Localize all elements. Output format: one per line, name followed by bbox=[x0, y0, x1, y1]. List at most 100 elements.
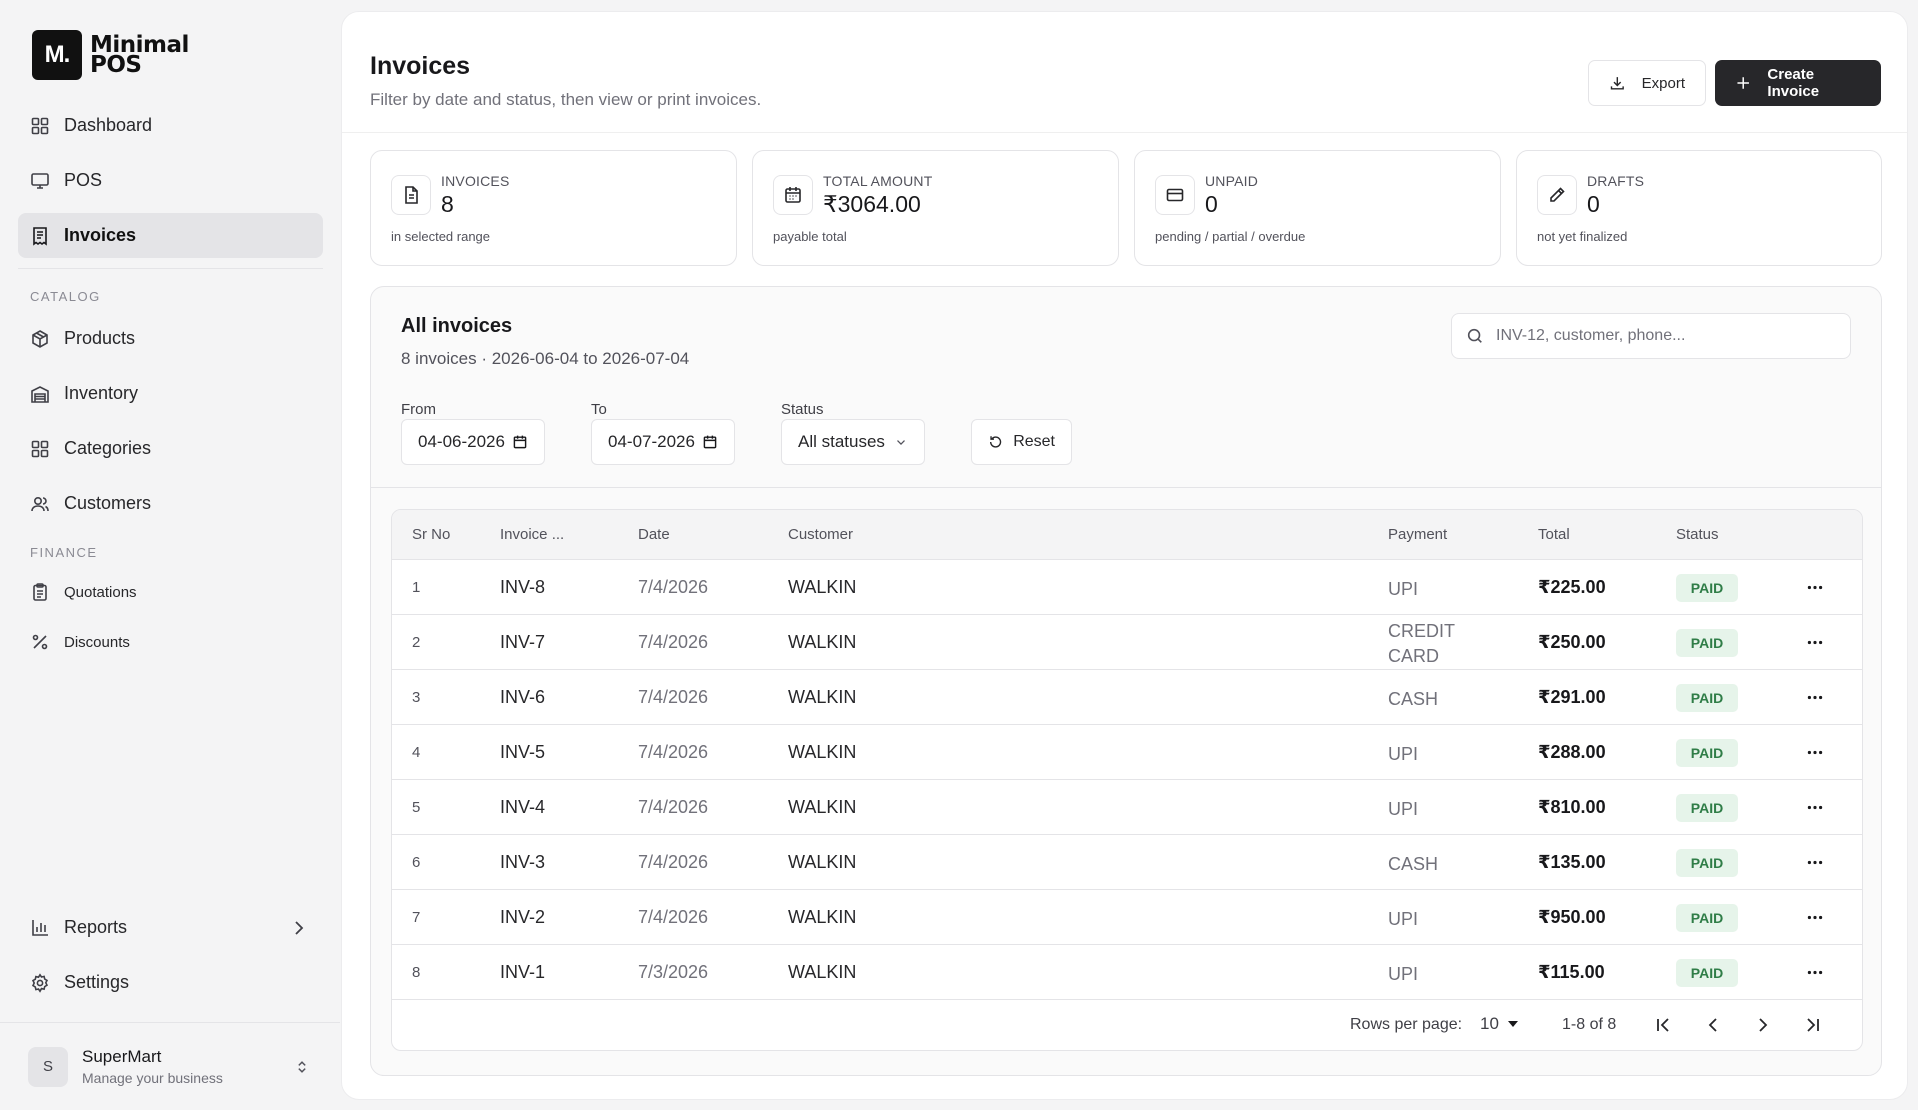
prev-page-button[interactable] bbox=[1700, 1012, 1726, 1038]
rows-per-page-label: Rows per page: bbox=[1350, 1016, 1463, 1033]
sidebar-item-reports[interactable]: Reports bbox=[18, 905, 323, 950]
avatar: S bbox=[28, 1046, 68, 1087]
stat-label: INVOICES bbox=[441, 173, 510, 189]
table-row[interactable]: 5 INV-4 7/4/2026 WALKIN UPI ₹810.00 PAID bbox=[392, 780, 1862, 835]
sidebar-item-dashboard[interactable]: Dashboard bbox=[18, 103, 323, 148]
cell-invoice-no[interactable]: INV-2 bbox=[500, 907, 545, 928]
cell-customer: WALKIN bbox=[788, 742, 857, 762]
search-input[interactable] bbox=[1496, 327, 1836, 345]
page-range: 1-8 of 8 bbox=[1562, 1016, 1617, 1033]
status-badge: PAID bbox=[1676, 739, 1738, 767]
stat-note: pending / partial / overdue bbox=[1155, 229, 1306, 244]
sidebar-item-inventory[interactable]: Inventory bbox=[18, 371, 323, 416]
brand-logo[interactable]: M. Minimal POS bbox=[32, 30, 189, 80]
column-header-sr[interactable]: Sr No bbox=[412, 526, 450, 543]
rows-per-page-select[interactable]: 10 bbox=[1480, 1014, 1519, 1034]
nav-section-catalog: CATALOG bbox=[30, 289, 101, 304]
sidebar-item-quotations[interactable]: Quotations bbox=[18, 572, 323, 612]
card-title: All invoices bbox=[401, 315, 513, 337]
cell-invoice-no[interactable]: INV-7 bbox=[500, 632, 545, 653]
table-row[interactable]: 7 INV-2 7/4/2026 WALKIN UPI ₹950.00 PAID bbox=[392, 890, 1862, 945]
reset-button[interactable]: Reset bbox=[971, 419, 1072, 465]
cell-payment: CASH bbox=[1388, 689, 1439, 709]
row-actions-button[interactable] bbox=[1802, 906, 1828, 928]
cell-invoice-no[interactable]: INV-1 bbox=[500, 962, 545, 983]
column-header-date[interactable]: Date bbox=[638, 526, 670, 543]
pencil-icon bbox=[1537, 175, 1577, 215]
calendar-icon[interactable] bbox=[702, 434, 718, 450]
status-badge: PAID bbox=[1676, 629, 1738, 657]
table-row[interactable]: 4 INV-5 7/4/2026 WALKIN UPI ₹288.00 PAID bbox=[392, 725, 1862, 780]
row-actions-button[interactable] bbox=[1802, 796, 1828, 818]
export-button[interactable]: Export bbox=[1588, 60, 1706, 106]
cell-total: ₹288.00 bbox=[1538, 742, 1606, 762]
last-page-button[interactable] bbox=[1800, 1012, 1826, 1038]
logo-text: Minimal POS bbox=[90, 32, 189, 78]
status-badge: PAID bbox=[1676, 794, 1738, 822]
cell-invoice-no[interactable]: INV-6 bbox=[500, 687, 545, 708]
cell-invoice-no[interactable]: INV-8 bbox=[500, 577, 545, 598]
sidebar-item-label: Dashboard bbox=[64, 115, 153, 135]
more-horizontal-icon bbox=[1807, 915, 1823, 919]
table-row[interactable]: 3 INV-6 7/4/2026 WALKIN CASH ₹291.00 PAID bbox=[392, 670, 1862, 725]
cell-total: ₹250.00 bbox=[1538, 632, 1606, 652]
sidebar-item-settings[interactable]: Settings bbox=[18, 960, 323, 1005]
column-header-payment[interactable]: Payment bbox=[1388, 526, 1447, 543]
sidebar-item-products[interactable]: Products bbox=[18, 316, 323, 361]
column-header-total[interactable]: Total bbox=[1538, 526, 1570, 543]
sidebar-item-label: Customers bbox=[64, 493, 152, 513]
table-row[interactable]: 6 INV-3 7/4/2026 WALKIN CASH ₹135.00 PAID bbox=[392, 835, 1862, 890]
to-date-field[interactable]: 04-07-2026 bbox=[591, 419, 735, 465]
cell-invoice-no[interactable]: INV-5 bbox=[500, 742, 545, 763]
cell-total: ₹135.00 bbox=[1538, 852, 1606, 872]
sidebar-item-customers[interactable]: Customers bbox=[18, 481, 323, 526]
row-actions-button[interactable] bbox=[1802, 576, 1828, 598]
cell-customer: WALKIN bbox=[788, 907, 857, 927]
page-subtitle: Filter by date and status, then view or … bbox=[370, 90, 762, 109]
rows-per-page-value: 10 bbox=[1480, 1014, 1499, 1033]
status-label: Status bbox=[781, 401, 824, 418]
page-title: Invoices bbox=[370, 52, 471, 80]
cell-sr-no: 6 bbox=[412, 854, 421, 871]
table-row[interactable]: 8 INV-1 7/3/2026 WALKIN UPI ₹115.00 PAID bbox=[392, 945, 1862, 1000]
cell-customer: WALKIN bbox=[788, 962, 857, 982]
create-invoice-button[interactable]: Create Invoice bbox=[1715, 60, 1881, 106]
table-body: 1 INV-8 7/4/2026 WALKIN UPI ₹225.00 PAID 2 INV-7… bbox=[392, 560, 1862, 1000]
sidebar-item-pos[interactable]: POS bbox=[18, 158, 323, 203]
table-row[interactable]: 1 INV-8 7/4/2026 WALKIN UPI ₹225.00 PAID bbox=[392, 560, 1862, 615]
sidebar-item-label: Settings bbox=[64, 972, 130, 992]
cell-date: 7/3/2026 bbox=[638, 962, 709, 982]
column-header-invoice[interactable]: Invoice ... bbox=[500, 526, 564, 543]
status-badge: PAID bbox=[1676, 959, 1738, 987]
monitor-icon bbox=[31, 172, 49, 189]
sidebar-item-categories[interactable]: Categories bbox=[18, 426, 323, 471]
cell-sr-no: 4 bbox=[412, 744, 421, 761]
first-page-button[interactable] bbox=[1650, 1012, 1676, 1038]
divider bbox=[18, 268, 323, 269]
row-actions-button[interactable] bbox=[1802, 686, 1828, 708]
to-date-value: 04-07-2026 bbox=[608, 432, 695, 451]
cell-total: ₹115.00 bbox=[1538, 962, 1605, 982]
calendar-icon[interactable] bbox=[512, 434, 528, 450]
sidebar-item-discounts[interactable]: Discounts bbox=[18, 622, 323, 662]
next-page-button[interactable] bbox=[1750, 1012, 1776, 1038]
status-select-value: All statuses bbox=[798, 432, 885, 451]
row-actions-button[interactable] bbox=[1802, 961, 1828, 983]
cell-invoice-no[interactable]: INV-4 bbox=[500, 797, 545, 818]
cell-customer: WALKIN bbox=[788, 852, 857, 872]
cell-invoice-no[interactable]: INV-3 bbox=[500, 852, 545, 873]
table-row[interactable]: 2 INV-7 7/4/2026 WALKIN CREDIT CARD ₹250.00 PA… bbox=[392, 615, 1862, 670]
row-actions-button[interactable] bbox=[1802, 741, 1828, 763]
status-select[interactable]: All statuses bbox=[781, 419, 925, 465]
column-header-customer[interactable]: Customer bbox=[788, 526, 853, 543]
from-date-field[interactable]: 04-06-2026 bbox=[401, 419, 545, 465]
column-header-status[interactable]: Status bbox=[1676, 526, 1719, 543]
row-actions-button[interactable] bbox=[1802, 631, 1828, 653]
cell-total: ₹291.00 bbox=[1538, 687, 1606, 707]
cell-customer: WALKIN bbox=[788, 632, 857, 652]
user-switcher[interactable]: S SuperMart Manage your business bbox=[0, 1022, 340, 1110]
more-horizontal-icon bbox=[1807, 860, 1823, 864]
sidebar-item-invoices[interactable]: Invoices bbox=[18, 213, 323, 258]
chevron-down-icon bbox=[897, 440, 905, 445]
row-actions-button[interactable] bbox=[1802, 851, 1828, 873]
